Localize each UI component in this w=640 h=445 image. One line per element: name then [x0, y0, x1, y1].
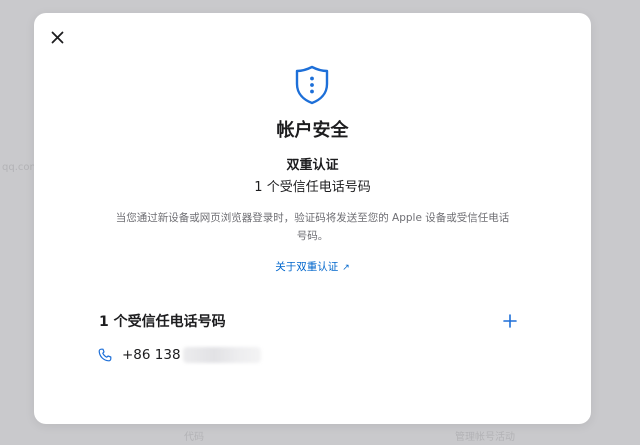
background-ghost-text: 管理帐号活动: [455, 432, 515, 443]
trusted-numbers-section-title: 1 个受信任电话号码: [99, 314, 226, 330]
phone-number: +86 138: [122, 347, 181, 363]
trusted-phone-row[interactable]: +86 138: [98, 346, 261, 364]
arrow-up-right-icon: ↗: [342, 263, 350, 273]
trusted-number-count: 1 个受信任电话号码: [254, 180, 371, 195]
two-factor-description: 当您通过新设备或网页浏览器登录时，验证码将发送至您的 Apple 设备或受信任电…: [115, 212, 510, 242]
redacted-digits: [182, 347, 261, 363]
shield-icon: [295, 65, 329, 105]
background-ghost-text: 代码: [184, 432, 204, 443]
learn-more-link[interactable]: 关于双重认证 ↗: [34, 259, 591, 274]
page-title: 帐户安全: [276, 120, 349, 141]
close-button[interactable]: [47, 27, 67, 47]
learn-more-label: 关于双重认证: [275, 261, 339, 273]
two-factor-heading: 双重认证: [286, 158, 339, 173]
close-icon: [51, 31, 63, 43]
phone-icon: [98, 348, 112, 362]
account-security-modal: 帐户安全 双重认证 1 个受信任电话号码 当您通过新设备或网页浏览器登录时，验证…: [34, 13, 591, 424]
plus-icon[interactable]: [502, 313, 518, 329]
